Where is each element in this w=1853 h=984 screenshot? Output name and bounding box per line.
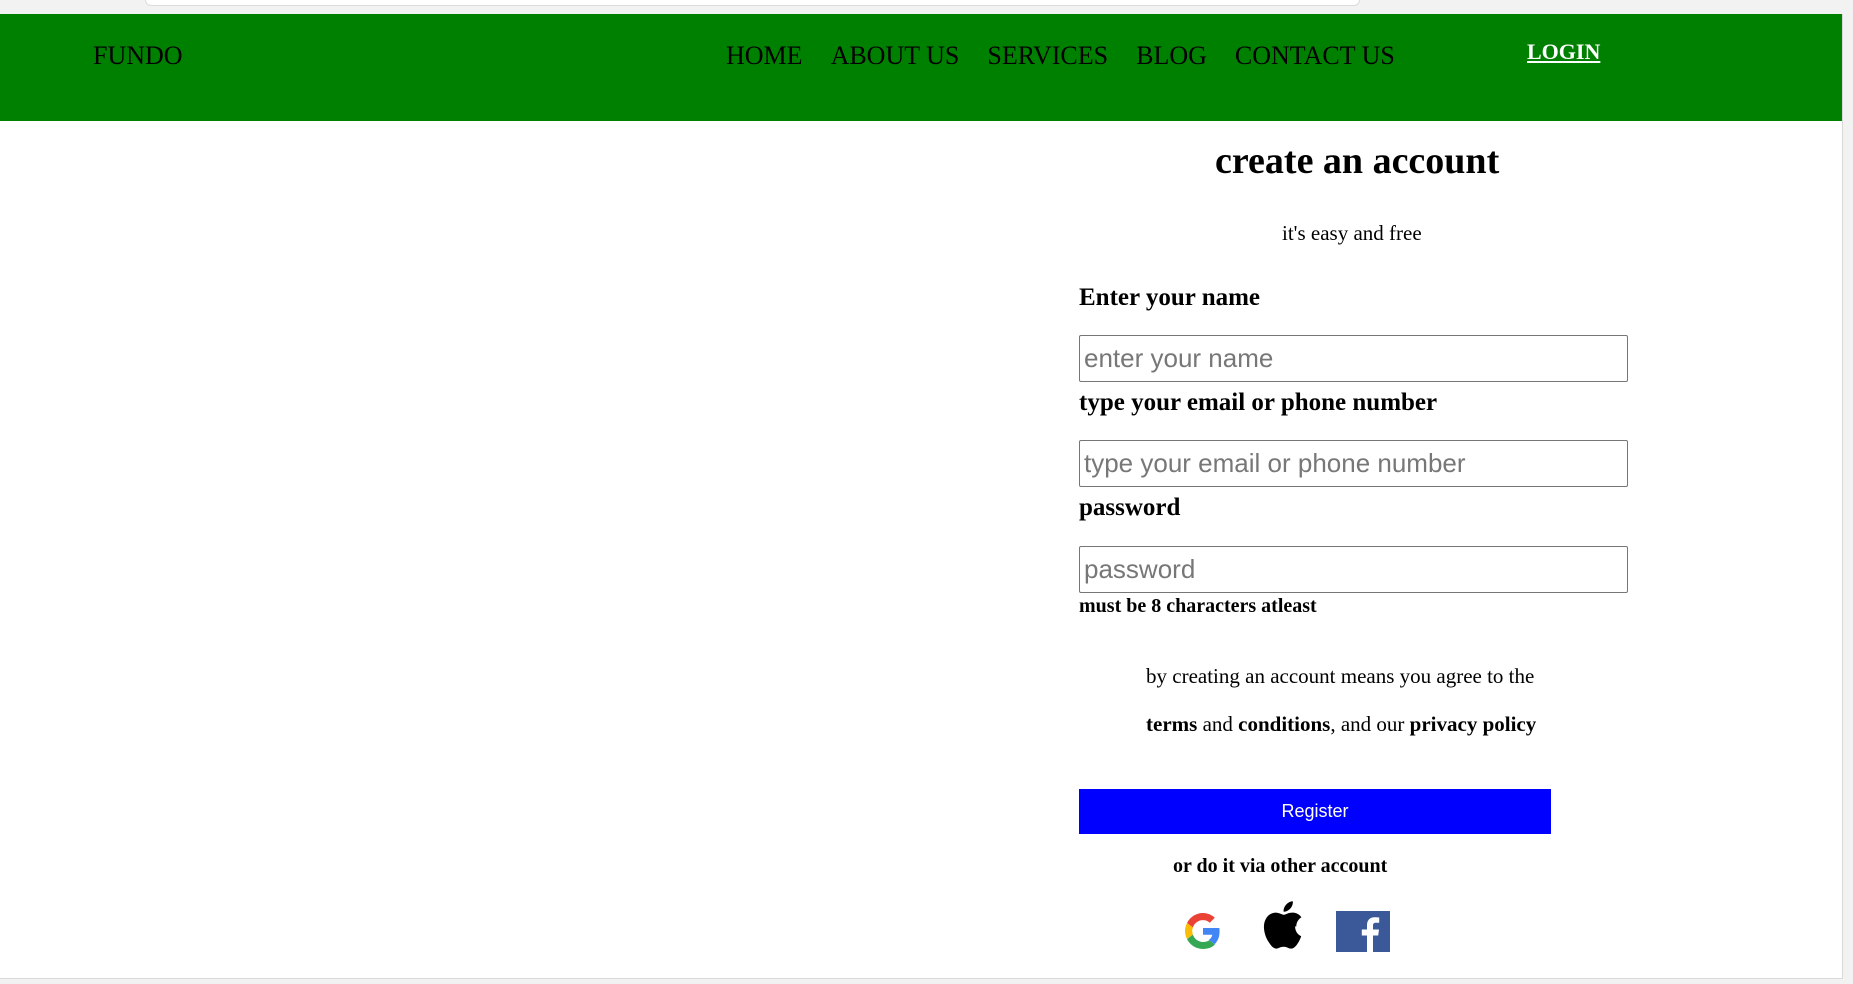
email-label: type your email or phone number	[1079, 389, 1438, 416]
and-our-text: , and our	[1330, 712, 1410, 736]
form-title: create an account	[1215, 140, 1500, 182]
top-navbar: FUNDO HOME ABOUT US SERVICES BLOG CONTAC…	[0, 14, 1842, 121]
password-hint: must be 8 characters atleast	[1079, 595, 1317, 617]
nav-home-link[interactable]: HOME	[726, 41, 803, 71]
name-input[interactable]	[1079, 335, 1628, 382]
main-navigation: HOME ABOUT US SERVICES BLOG CONTACT US	[726, 41, 1395, 71]
page-viewport: FUNDO HOME ABOUT US SERVICES BLOG CONTAC…	[0, 14, 1843, 979]
social-login-row	[1183, 897, 1413, 957]
login-link[interactable]: LOGIN	[1527, 39, 1600, 65]
conditions-link[interactable]: conditions	[1238, 712, 1330, 736]
name-label: Enter your name	[1079, 284, 1261, 311]
password-input[interactable]	[1079, 546, 1628, 593]
nav-blog-link[interactable]: BLOG	[1136, 41, 1207, 71]
nav-contact-us-link[interactable]: CONTACT US	[1235, 41, 1395, 71]
alternative-signup-text: or do it via other account	[1173, 855, 1388, 877]
email-phone-input[interactable]	[1079, 440, 1628, 487]
terms-text-line1: by creating an account means you agree t…	[1146, 664, 1535, 688]
terms-link[interactable]: terms	[1146, 712, 1197, 736]
browser-top-edge	[145, 0, 1360, 6]
apple-icon[interactable]	[1258, 897, 1314, 953]
terms-text-line2: terms and conditions, and our privacy po…	[1146, 712, 1536, 737]
nav-about-us-link[interactable]: ABOUT US	[831, 41, 960, 71]
facebook-icon[interactable]	[1336, 911, 1390, 952]
brand-logo-text[interactable]: FUNDO	[93, 41, 183, 71]
nav-services-link[interactable]: SERVICES	[987, 41, 1108, 71]
google-icon[interactable]	[1185, 911, 1221, 951]
browser-page: FUNDO HOME ABOUT US SERVICES BLOG CONTAC…	[0, 0, 1853, 984]
terms-and-text: and	[1197, 712, 1239, 736]
register-button[interactable]: Register	[1079, 789, 1551, 834]
privacy-policy-link[interactable]: privacy policy	[1410, 712, 1537, 736]
password-label: password	[1079, 494, 1181, 521]
form-subtitle: it's easy and free	[1282, 221, 1422, 245]
